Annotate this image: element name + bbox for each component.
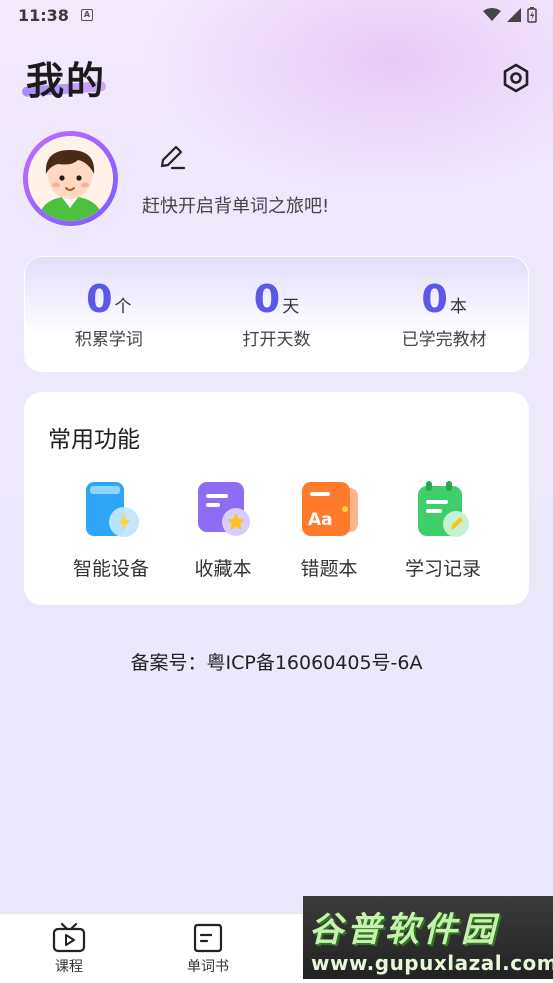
header-glow [140, 0, 553, 200]
tv-play-icon [51, 922, 87, 954]
function-smart-device[interactable]: 智能设备 [56, 480, 166, 581]
page-title: 我的 [26, 59, 107, 103]
stats-card: 0 个 积累学词 0 天 打开天数 0 本 已学完教材 [24, 256, 529, 372]
signal-icon [507, 8, 521, 22]
status-bar: 11:38 A [0, 0, 553, 30]
wordbook-icon [190, 922, 226, 954]
function-study-record[interactable]: 学习记录 [388, 480, 498, 581]
stat-value: 0 [86, 277, 113, 321]
nav-item-wordbook[interactable]: 单词书 [168, 922, 248, 976]
function-label: 错题本 [300, 558, 358, 580]
watermark-title: 谷普软件园 [309, 910, 499, 950]
stat-unit: 个 [114, 297, 132, 317]
watermark: 谷普软件园 www.gupuxlazal.com [303, 896, 553, 979]
stat-value: 0 [421, 277, 448, 321]
edit-profile-button[interactable] [157, 142, 187, 172]
avatar-button[interactable] [23, 131, 118, 226]
stat-books[interactable]: 0 本 已学完教材 [369, 277, 519, 350]
function-favorites[interactable]: 收藏本 [168, 480, 278, 581]
pencil-icon [160, 145, 186, 170]
stat-unit: 天 [282, 297, 300, 317]
nav-label: 单词书 [187, 959, 229, 975]
watermark-url: www.gupuxlazal.com [311, 951, 553, 975]
function-label: 智能设备 [72, 558, 149, 580]
stat-label: 已学完教材 [401, 330, 487, 350]
stat-value: 0 [253, 277, 281, 321]
function-label: 学习记录 [404, 558, 481, 580]
settings-icon [503, 63, 529, 93]
stat-line: 0 个 [34, 277, 184, 321]
status-right [483, 7, 537, 23]
boy-avatar-icon [28, 136, 113, 221]
stat-days[interactable]: 0 天 打开天数 [201, 277, 351, 350]
stat-words[interactable]: 0 个 积累学词 [34, 277, 184, 350]
functions-card: 常用功能 智能设备 收藏本 Aa 错题本 学习记录 [24, 392, 529, 605]
stat-label: 积累学词 [74, 330, 143, 350]
smart-device-icon [80, 480, 142, 542]
function-label: 收藏本 [194, 558, 252, 580]
stat-label: 打开天数 [242, 330, 311, 350]
study-record-icon [412, 480, 474, 542]
status-left: 11:38 A [18, 6, 93, 25]
mistakes-book-icon: Aa [298, 480, 360, 542]
svg-text:Aa: Aa [308, 510, 333, 530]
nav-item-courses[interactable]: 课程 [29, 922, 109, 976]
profile-slogan[interactable]: 赶快开启背单词之旅吧! [142, 192, 329, 218]
function-mistakes-book[interactable]: Aa 错题本 [274, 480, 384, 581]
stat-unit: 本 [449, 297, 467, 317]
nav-label: 课程 [55, 959, 83, 975]
stat-line: 0 本 [369, 277, 519, 321]
functions-title: 常用功能 [48, 427, 140, 453]
settings-button[interactable] [500, 62, 532, 94]
icp-record: 备案号：粤ICP备16060405号-6A [130, 652, 423, 674]
notification-icon: A [80, 9, 93, 21]
favorites-icon [192, 480, 254, 542]
battery-icon [527, 7, 537, 23]
status-time: 11:38 [18, 5, 69, 25]
stat-line: 0 天 [201, 277, 351, 321]
avatar [28, 136, 113, 221]
wifi-icon [483, 8, 501, 21]
